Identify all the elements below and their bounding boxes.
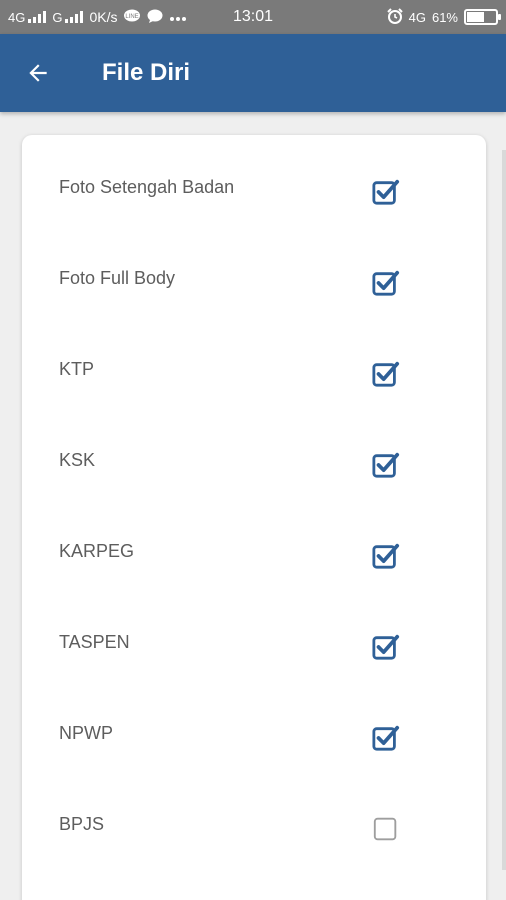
checklist-row: NPWP [22,681,486,772]
checklist-row: KSK [22,408,486,499]
checkbox-unchecked[interactable] [372,815,400,843]
checklist-label: KTP [59,359,95,379]
network-2: G [52,9,84,25]
page-title: File Diri [102,59,191,86]
svg-text:LINE: LINE [126,14,139,20]
chat-bubble-icon [147,9,163,26]
checkbox-checked[interactable] [372,451,400,479]
checkbox-checked[interactable] [372,542,400,570]
checklist-label: KARPEG [59,541,135,561]
status-left: 4G G 0K/s LINE [8,0,187,34]
network-type-label: 4G [408,9,426,25]
status-right: 4G 61% [386,0,501,34]
checklist-label: KSK [59,450,96,470]
more-dots-icon [169,9,187,25]
arrow-back-icon [29,64,47,82]
document-checklist-card: Foto Setengah Badan Foto Full Body KTP KSK K… [22,135,486,900]
checklist-row: BPJS [22,772,486,863]
back-button[interactable] [18,51,58,95]
status-bar: 4G G 0K/s LINE 13:01 4G 61% [0,0,506,34]
checklist-row: Foto Setengah Badan [22,135,486,226]
checkbox-checked[interactable] [372,178,400,206]
checklist-row: KARPEG [22,499,486,590]
battery-icon [464,9,501,25]
network-speed: 0K/s [89,9,118,25]
checkbox-checked[interactable] [372,360,400,388]
checklist-row: TASPEN [22,590,486,681]
checkbox-checked[interactable] [372,269,400,297]
network-type-label: 4G [8,9,26,25]
signal-icon [65,11,84,23]
checklist-label: Foto Full Body [59,268,176,288]
battery-percent: 61% [431,9,458,25]
checklist-label: NPWP [59,723,113,743]
checklist-row: Foto Full Body [22,226,486,317]
scrollbar[interactable] [502,150,506,870]
app-bar: File Diri [0,34,506,112]
signal-icon [28,11,47,23]
network-1: 4G [8,9,47,25]
line-app-icon: LINE [123,9,141,26]
checkbox-checked[interactable] [372,724,400,752]
checklist-label: BPJS [59,814,105,834]
alarm-icon [386,7,403,27]
checklist-label: Foto Setengah Badan [59,177,235,197]
checkbox-checked[interactable] [372,633,400,661]
checklist-label: TASPEN [59,632,130,652]
network-type-label: G [52,9,63,25]
checklist-row: KTP [22,317,486,408]
